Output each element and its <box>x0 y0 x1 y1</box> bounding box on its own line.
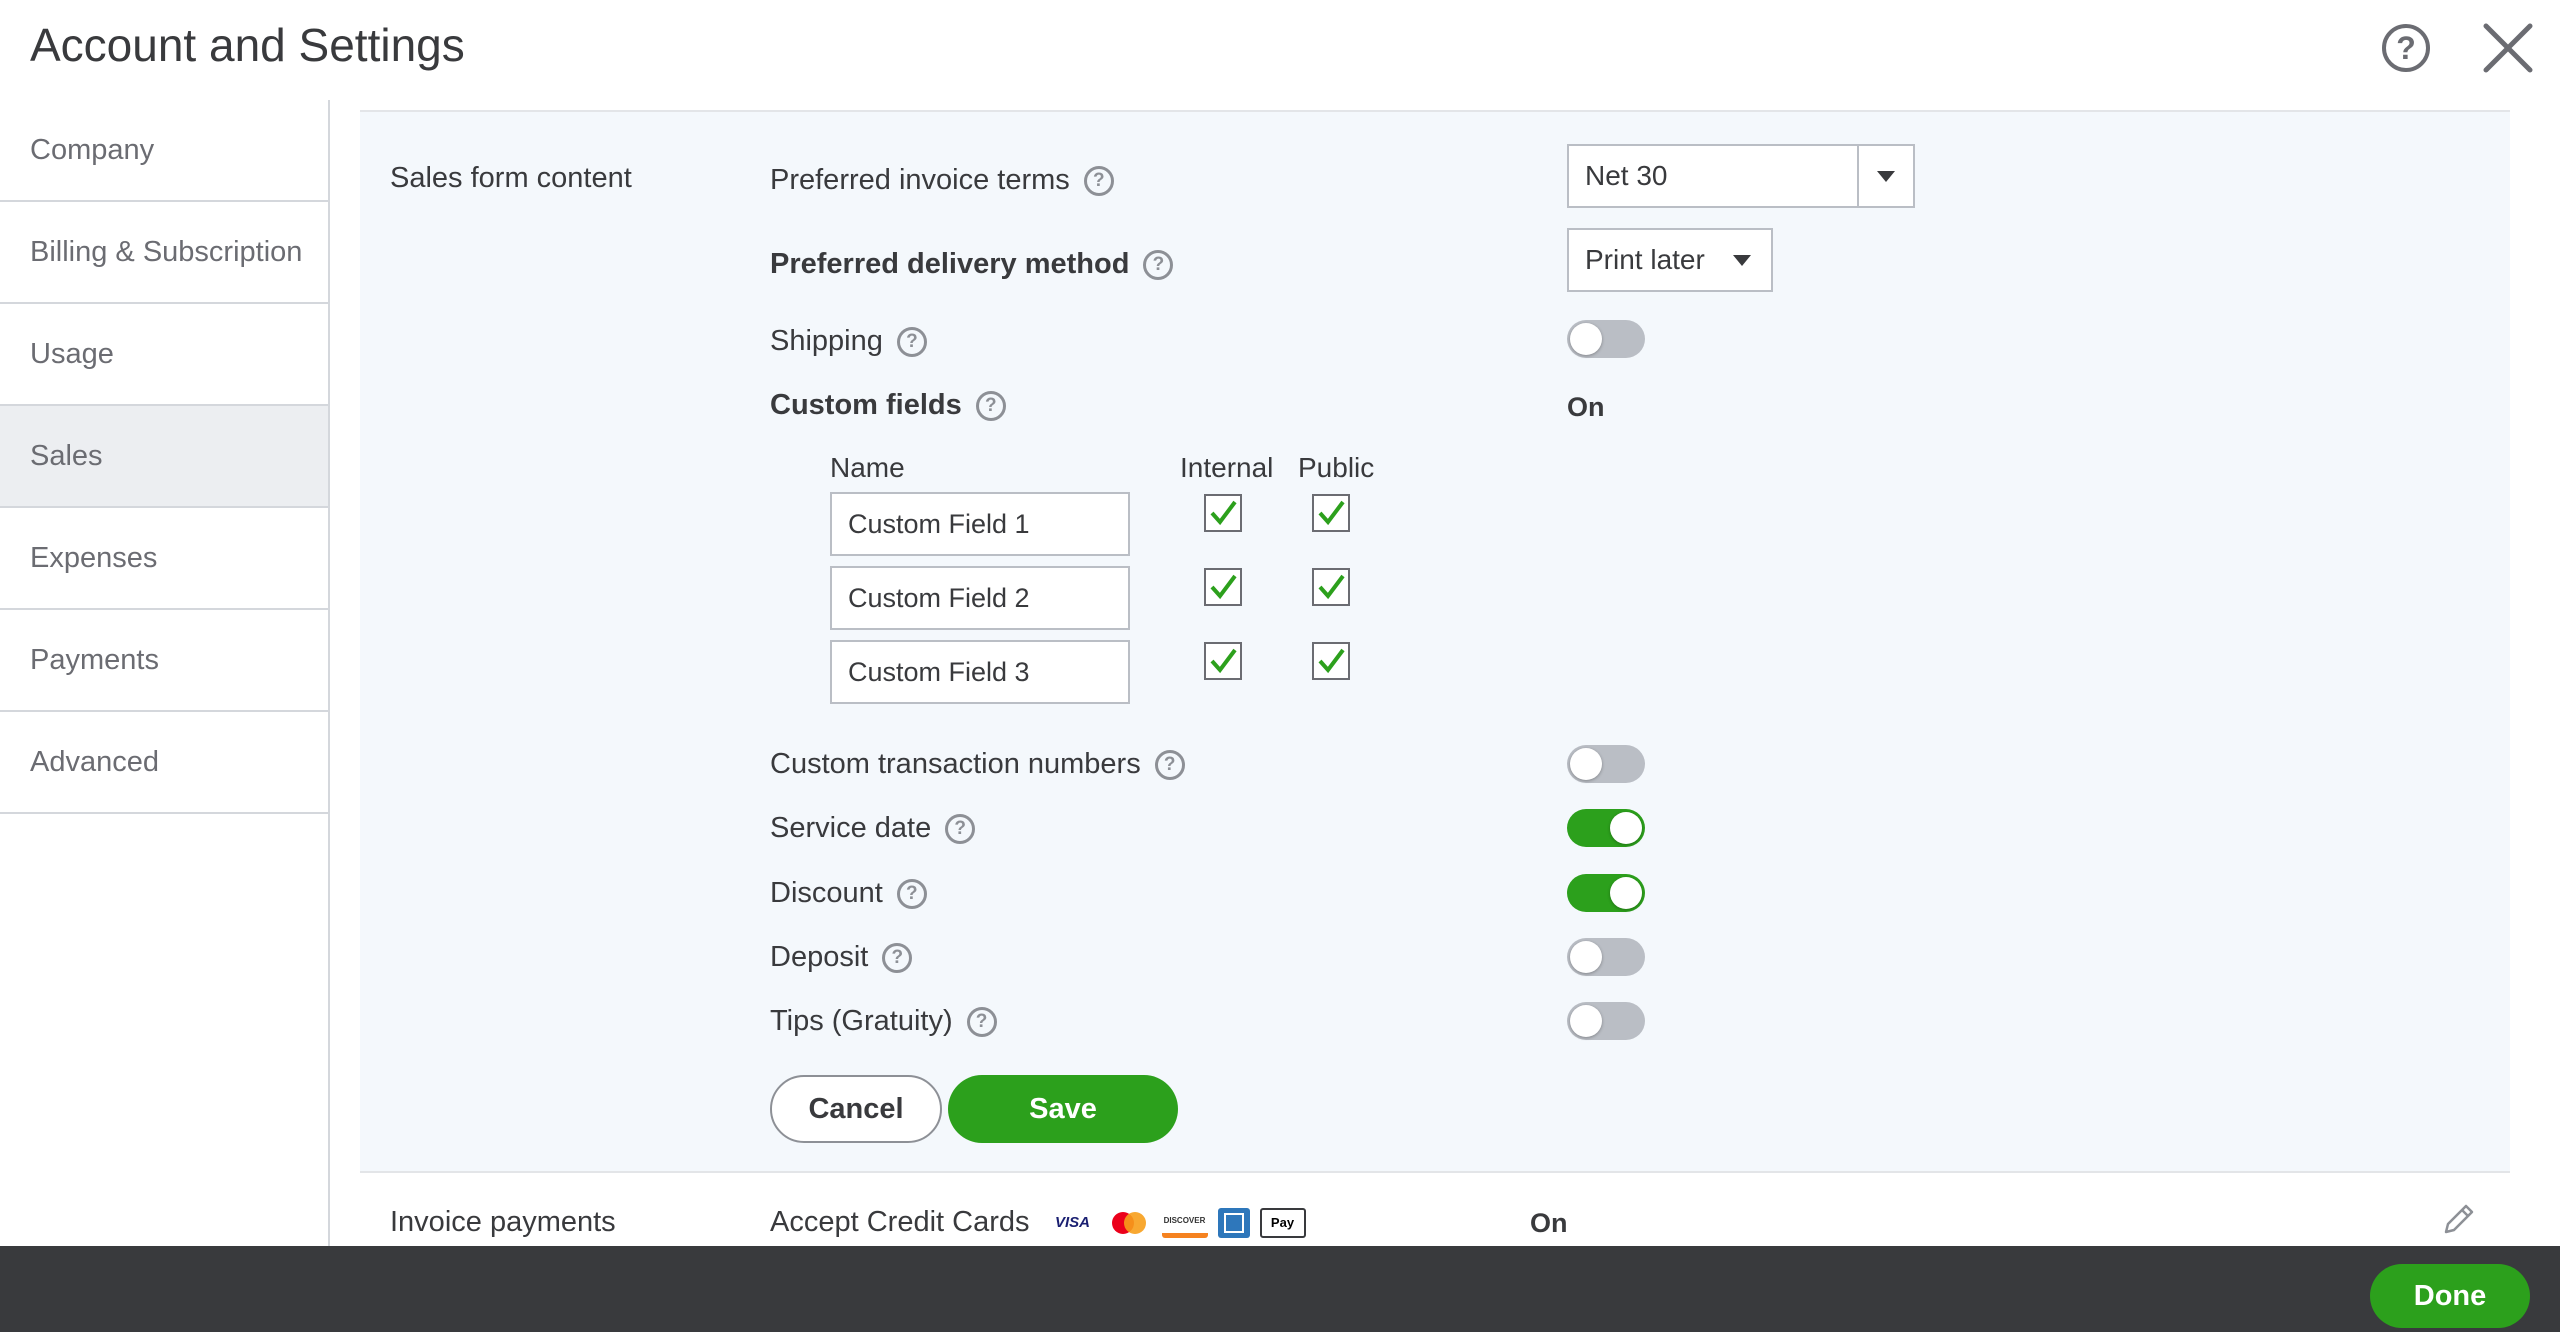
chevron-down-icon <box>1857 146 1913 206</box>
custom-fields-label: Custom fields <box>770 389 962 421</box>
delivery-method-row: Preferred delivery method ? <box>770 248 1174 281</box>
sidebar-item-expenses[interactable]: Expenses <box>0 508 328 610</box>
footer-bar: Done <box>0 1246 2560 1332</box>
tips-row: Tips (Gratuity) ? <box>770 1005 997 1038</box>
card-logos: VISA DISCOVER Pay <box>1050 1207 1306 1238</box>
check-icon <box>1210 500 1237 526</box>
visa-icon: VISA <box>1054 1214 1090 1231</box>
check-icon <box>1318 648 1345 674</box>
invoice-terms-row: Preferred invoice terms ? <box>770 164 1114 197</box>
custom-fields-status: On <box>1567 392 1605 422</box>
discover-icon: DISCOVER <box>1161 1207 1208 1238</box>
delivery-method-select[interactable]: Print later <box>1567 228 1773 292</box>
delivery-method-value: Print later <box>1585 244 1705 275</box>
edit-pencil-icon[interactable] <box>2438 1200 2478 1240</box>
check-icon <box>1318 574 1345 600</box>
toggle-knob <box>1610 812 1642 844</box>
check-icon <box>1318 500 1345 526</box>
sales-form-content-section: Sales form content Preferred invoice ter… <box>360 110 2510 1173</box>
invoice-payments-status: On <box>1530 1208 1568 1238</box>
apple-pay-icon: Pay <box>1259 1207 1306 1238</box>
sidebar-item-billing[interactable]: Billing & Subscription <box>0 202 328 304</box>
tips-label: Tips (Gratuity) <box>770 1005 953 1037</box>
settings-main: Sales form content Preferred invoice ter… <box>330 100 2560 1246</box>
accept-credit-cards-label: Accept Credit Cards <box>770 1206 1030 1238</box>
sidebar-item-payments[interactable]: Payments <box>0 610 328 712</box>
deposit-label: Deposit <box>770 941 869 973</box>
deposit-toggle[interactable] <box>1567 938 1645 976</box>
service-date-toggle[interactable] <box>1567 809 1645 847</box>
deposit-row: Deposit ? <box>770 941 913 974</box>
discount-label: Discount <box>770 877 883 909</box>
help-icon[interactable]: ? <box>1143 249 1174 280</box>
page-title: Account and Settings <box>30 19 465 71</box>
section-title: Sales form content <box>390 162 632 194</box>
column-header-name: Name <box>830 452 905 483</box>
custom-field-name-input[interactable]: Custom Field 3 <box>830 640 1130 704</box>
help-icon[interactable]: ? <box>2382 24 2430 72</box>
invoice-terms-select[interactable]: Net 30 <box>1567 144 1915 208</box>
help-icon[interactable]: ? <box>945 813 976 844</box>
custom-txn-numbers-toggle[interactable] <box>1567 745 1645 783</box>
custom-field-name-input[interactable]: Custom Field 2 <box>830 566 1130 630</box>
settings-sidebar: Company Billing & Subscription Usage Sal… <box>0 100 330 1246</box>
amex-icon <box>1217 1207 1250 1238</box>
help-icon[interactable]: ? <box>896 878 927 909</box>
public-checkbox[interactable] <box>1312 642 1350 680</box>
help-icon[interactable]: ? <box>1083 165 1114 196</box>
toggle-knob <box>1570 1005 1602 1037</box>
toggle-knob <box>1570 748 1602 780</box>
toggle-knob <box>1570 941 1602 973</box>
discount-toggle[interactable] <box>1567 874 1645 912</box>
shipping-row: Shipping ? <box>770 325 927 358</box>
sidebar-item-advanced[interactable]: Advanced <box>0 712 328 814</box>
help-icon[interactable]: ? <box>1154 749 1185 780</box>
toggle-knob <box>1610 877 1642 909</box>
help-icon[interactable]: ? <box>896 326 927 357</box>
chevron-down-icon <box>1733 254 1771 266</box>
column-header-internal: Internal <box>1180 452 1274 483</box>
invoice-payments-title: Invoice payments <box>390 1206 616 1238</box>
invoice-terms-value: Net 30 <box>1585 160 1668 191</box>
service-date-row: Service date ? <box>770 812 976 845</box>
cancel-button[interactable]: Cancel <box>770 1075 942 1143</box>
internal-checkbox[interactable] <box>1204 642 1242 680</box>
column-header-public: Public <box>1298 452 1375 483</box>
mastercard-icon <box>1106 1208 1152 1238</box>
done-button[interactable]: Done <box>2370 1264 2530 1328</box>
custom-txn-numbers-label: Custom transaction numbers <box>770 748 1141 780</box>
accept-credit-cards-row: Accept Credit Cards VISA DISCOVER Pay <box>770 1206 1306 1239</box>
tips-toggle[interactable] <box>1567 1002 1645 1040</box>
invoice-terms-label: Preferred invoice terms <box>770 164 1070 196</box>
save-button[interactable]: Save <box>948 1075 1178 1143</box>
close-icon[interactable] <box>2480 20 2536 76</box>
public-checkbox[interactable] <box>1312 568 1350 606</box>
sidebar-item-usage[interactable]: Usage <box>0 304 328 406</box>
sidebar-item-sales[interactable]: Sales <box>0 406 328 508</box>
custom-field-name-input[interactable]: Custom Field 1 <box>830 492 1130 556</box>
delivery-method-label: Preferred delivery method <box>770 248 1130 280</box>
check-icon <box>1210 574 1237 600</box>
help-icon[interactable]: ? <box>975 390 1006 421</box>
help-icon[interactable]: ? <box>882 942 913 973</box>
custom-fields-row: Custom fields ? <box>770 389 1006 422</box>
discount-row: Discount ? <box>770 877 927 910</box>
custom-txn-numbers-row: Custom transaction numbers ? <box>770 748 1185 781</box>
help-icon[interactable]: ? <box>966 1006 997 1037</box>
shipping-toggle[interactable] <box>1567 320 1645 358</box>
public-checkbox[interactable] <box>1312 494 1350 532</box>
toggle-knob <box>1570 323 1602 355</box>
internal-checkbox[interactable] <box>1204 568 1242 606</box>
service-date-label: Service date <box>770 812 932 844</box>
header: Account and Settings ? <box>0 0 2560 100</box>
internal-checkbox[interactable] <box>1204 494 1242 532</box>
shipping-label: Shipping <box>770 325 883 357</box>
sidebar-item-company[interactable]: Company <box>0 100 328 202</box>
check-icon <box>1210 648 1237 674</box>
